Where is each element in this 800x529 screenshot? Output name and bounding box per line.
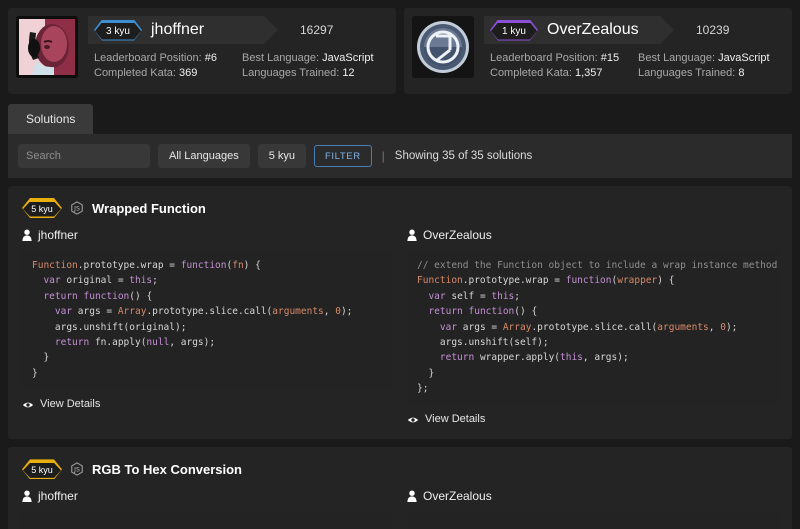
view-details-label: View Details [40,398,101,410]
view-details-link[interactable]: View Details [407,413,778,425]
svg-text:JS: JS [73,206,80,213]
user-info: 1 kyu OverZealous 10239 Leaderboard Posi… [484,16,784,86]
stat-completed-kata: Completed Kata: 369 [94,67,242,79]
stat-value: 12 [342,67,355,79]
person-icon [407,490,417,503]
solution-column-left: jhoffner [22,489,393,529]
kata-title[interactable]: RGB To Hex Conversion [92,462,242,477]
solution-block-wrapped-function: 5 kyu JS Wrapped Function jhoffner Funct… [8,186,792,440]
rank-badge-label: 1 kyu [491,23,537,40]
solution-author: OverZealous [407,489,778,503]
javascript-icon: JS [70,201,84,215]
person-icon [407,229,417,241]
rank-badge-5kyu: 5 kyu [22,198,62,218]
rank-badge-label: 5 kyu [23,463,61,478]
code-block: Function.prototype.wrap = function(fn) {… [22,250,393,389]
stat-label: Best Language: [638,52,716,64]
author-name: OverZealous [423,489,492,504]
stat-value: #6 [204,52,217,64]
stat-leaderboard-position: Leaderboard Position: #15 [490,52,638,64]
rank-badge-label: 5 kyu [23,202,61,217]
kata-title[interactable]: Wrapped Function [92,201,206,216]
filter-bar: All Languages 5 kyu FILTER | Showing 35 … [8,134,792,178]
rank-badge-5kyu: 5 kyu [22,459,62,479]
rank-badge-1kyu: 1 kyu [490,20,538,41]
stat-value: 369 [179,67,198,79]
solution-columns: jhoffner OverZealous [22,489,778,529]
code-block [407,511,778,529]
solution-header: 5 kyu JS Wrapped Function [22,198,778,218]
person-icon [22,229,32,241]
tab-solutions[interactable]: Solutions [8,104,94,134]
user-stats: Leaderboard Position: #6 Best Language: … [88,52,388,79]
stat-value: #15 [600,52,620,64]
honor-points: 16297 [300,23,334,37]
user-info: 3 kyu jhoffner 16297 Leaderboard Positio… [88,16,388,86]
username-label[interactable]: OverZealous [547,21,639,39]
search-input[interactable] [18,144,150,168]
stat-value: JavaScript [322,52,374,64]
view-details-label: View Details [425,413,486,426]
avatar-image [412,16,474,78]
author-name: jhoffner [38,489,78,504]
author-name: OverZealous [423,228,492,242]
username-label[interactable]: jhoffner [151,21,204,39]
solution-author: jhoffner [22,228,393,242]
solution-header: 5 kyu JS RGB To Hex Conversion [22,459,778,479]
stat-label: Completed Kata: [490,67,572,79]
honor-points: 10239 [696,23,730,37]
stat-best-language: Best Language: JavaScript [638,52,784,64]
stat-languages-trained: Languages Trained: 8 [638,67,784,79]
author-name: jhoffner [38,228,78,242]
user-card-jhoffner[interactable]: 3 kyu jhoffner 16297 Leaderboard Positio… [8,8,396,94]
rank-badge-3kyu: 3 kyu [94,20,142,41]
language-filter-dropdown[interactable]: All Languages [158,144,250,168]
view-details-link[interactable]: View Details [22,398,393,410]
rank-badge-label: 3 kyu [95,23,141,40]
code-block: // extend the Function object to include… [407,250,778,405]
eye-icon [407,415,419,423]
user-cards-row: 3 kyu jhoffner 16297 Leaderboard Positio… [8,8,792,94]
page-root: 3 kyu jhoffner 16297 Leaderboard Positio… [0,0,800,529]
stat-completed-kata: Completed Kata: 1,357 [490,67,638,79]
rank-filter-dropdown[interactable]: 5 kyu [257,144,307,168]
stat-label: Completed Kata: [94,67,176,79]
stat-value: 8 [738,67,745,79]
username-banner: 1 kyu OverZealous 10239 [484,16,784,44]
solution-author: OverZealous [407,228,778,242]
filter-button[interactable]: FILTER [314,145,372,167]
stat-label: Leaderboard Position: [490,52,598,64]
code-block [22,511,393,529]
stat-label: Languages Trained: [638,67,736,79]
stat-leaderboard-position: Leaderboard Position: #6 [94,52,242,64]
stat-languages-trained: Languages Trained: 12 [242,67,388,79]
stat-label: Best Language: [242,52,320,64]
user-card-overzealous[interactable]: 1 kyu OverZealous 10239 Leaderboard Posi… [404,8,792,94]
svg-text:JS: JS [73,467,80,474]
divider: | [381,149,385,163]
stat-value: 1,357 [575,67,603,79]
solution-columns: jhoffner Function.prototype.wrap = funct… [22,228,778,425]
overzealous-avatar-logo[interactable] [412,16,474,78]
stat-value: JavaScript [718,52,770,64]
solution-column-left: jhoffner Function.prototype.wrap = funct… [22,228,393,425]
stat-best-language: Best Language: JavaScript [242,52,388,64]
solution-author: jhoffner [22,489,393,503]
solution-column-right: OverZealous // extend the Function objec… [407,228,778,425]
user-stats: Leaderboard Position: #15 Best Language:… [484,52,784,79]
jhoffner-avatar-photo[interactable] [16,16,78,78]
stat-label: Languages Trained: [242,67,340,79]
results-count-label: Showing 35 of 35 solutions [394,150,533,162]
eye-icon [22,400,34,408]
tab-bar: Solutions [8,104,792,134]
solution-column-right: OverZealous [407,489,778,529]
avatar-image [16,16,78,78]
solution-block-rgb-to-hex-conversion: 5 kyu JS RGB To Hex Conversion jhoffner … [8,447,792,529]
username-banner: 3 kyu jhoffner 16297 [88,16,388,44]
stat-label: Leaderboard Position: [94,52,202,64]
person-icon [22,490,32,503]
javascript-icon: JS [70,462,84,477]
